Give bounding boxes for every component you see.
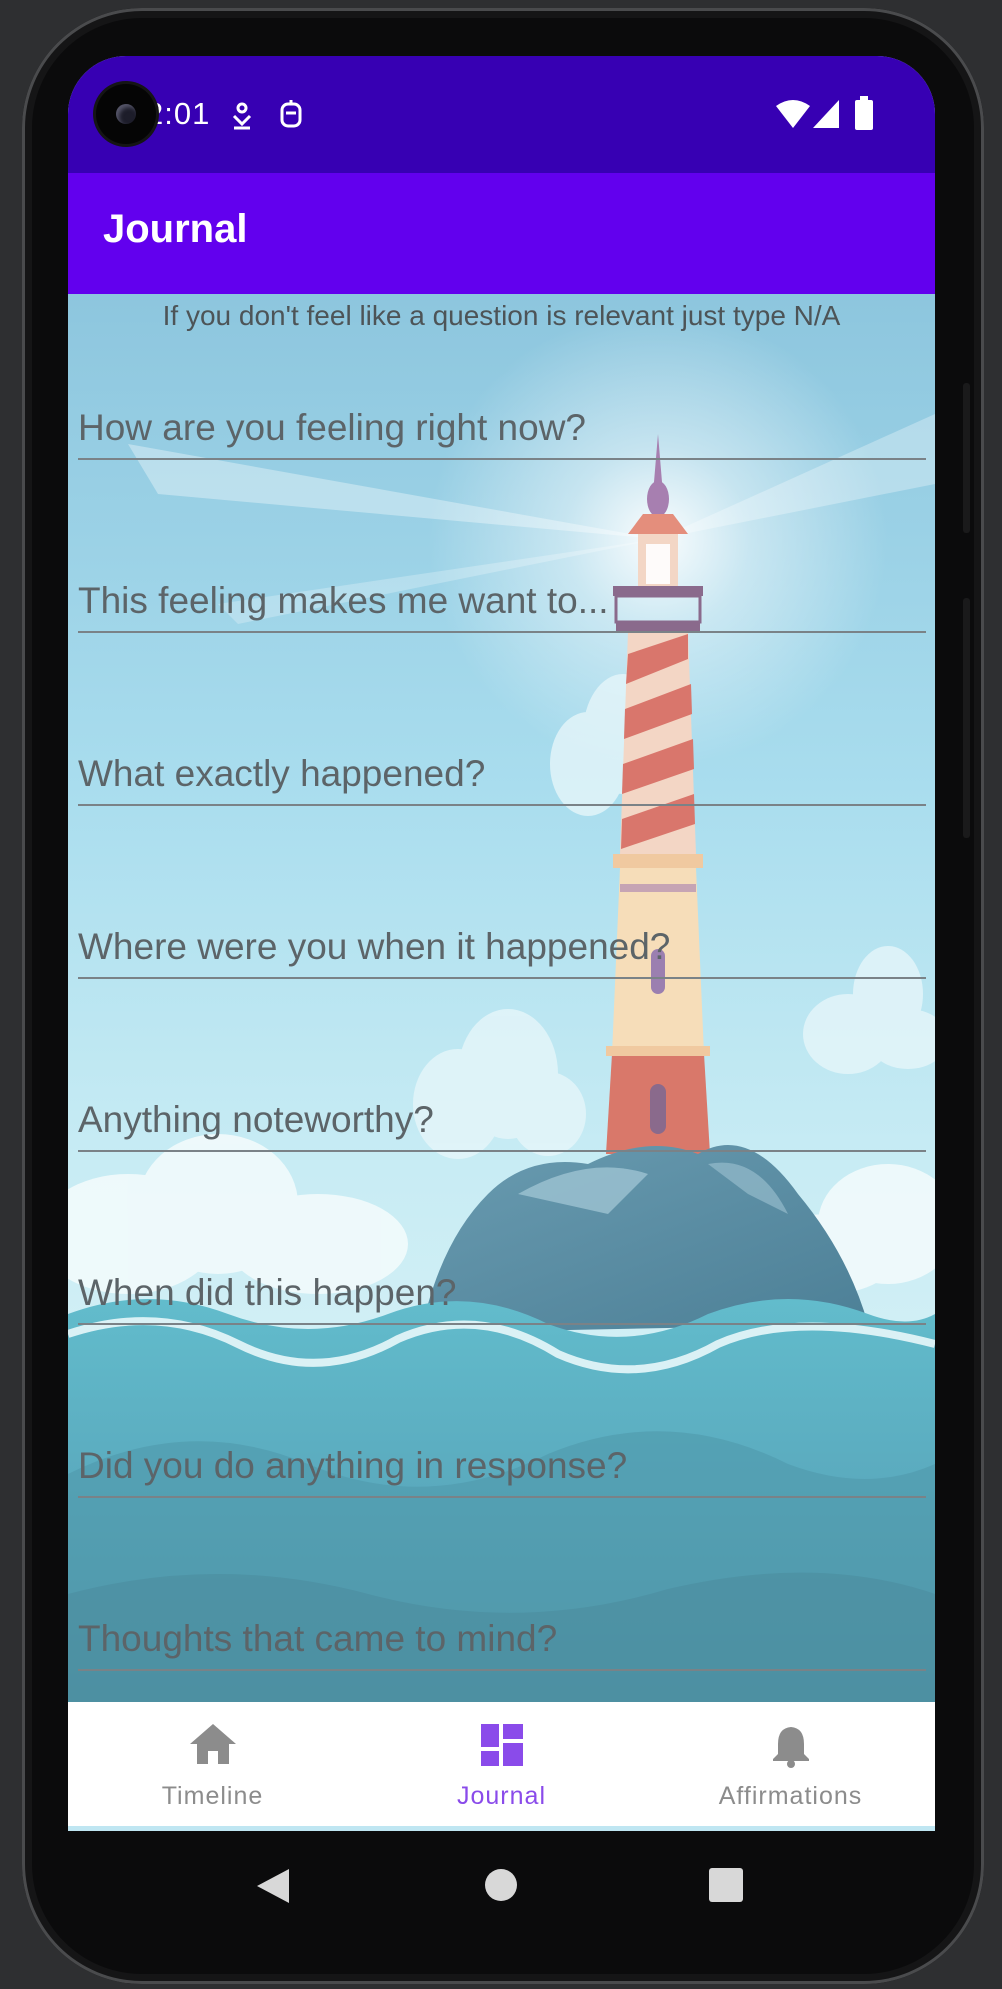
noteworthy-input[interactable] (78, 1090, 926, 1152)
when-happened-input[interactable] (78, 1263, 926, 1325)
recents-icon[interactable] (709, 1868, 743, 1902)
response-input[interactable] (78, 1436, 926, 1498)
screen: 2:01 Journal If you don't feel like a qu… (68, 56, 935, 1831)
volume-button (963, 598, 970, 838)
wifi-icon (776, 100, 810, 128)
nav-item-journal[interactable]: Journal (357, 1702, 646, 1826)
feeling-makes-me-input[interactable] (78, 571, 926, 633)
nav-label-journal: Journal (457, 1782, 546, 1810)
app-bar: Journal (68, 173, 935, 294)
front-camera (96, 84, 156, 144)
bell-icon (772, 1727, 809, 1768)
power-button (963, 383, 970, 533)
journal-form[interactable]: If you don't feel like a question is rel… (68, 294, 935, 1702)
nav-label-affirmations: Affirmations (718, 1782, 863, 1810)
what-happened-input[interactable] (78, 744, 926, 806)
bottom-navigation: Timeline Journal Affirmations (68, 1702, 935, 1826)
battery-icon (855, 96, 873, 130)
home-icon (189, 1724, 236, 1764)
response-field[interactable] (78, 1436, 926, 1498)
home-circle-icon[interactable] (484, 1868, 518, 1902)
instruction-text: If you don't feel like a question is rel… (162, 300, 841, 331)
where-were-you-field[interactable] (78, 917, 926, 979)
thoughts-input[interactable] (78, 1609, 926, 1671)
nav-item-affirmations[interactable]: Affirmations (646, 1702, 935, 1826)
notification-download-icon (232, 102, 252, 130)
system-navigation-bar (68, 1831, 935, 1936)
feeling-now-field[interactable] (78, 398, 926, 460)
what-happened-field[interactable] (78, 744, 926, 806)
thoughts-field[interactable] (78, 1609, 926, 1671)
where-were-you-input[interactable] (78, 917, 926, 979)
nav-label-timeline: Timeline (161, 1782, 264, 1810)
dashboard-icon (480, 1724, 523, 1766)
cell-signal-icon (813, 100, 839, 128)
feeling-makes-me-field[interactable] (78, 571, 926, 633)
when-happened-field[interactable] (78, 1263, 926, 1325)
feeling-now-input[interactable] (78, 398, 926, 460)
back-icon[interactable] (257, 1869, 289, 1903)
nav-item-timeline[interactable]: Timeline (68, 1702, 357, 1826)
page-title: Journal (103, 207, 248, 251)
status-bar: 2:01 (68, 56, 935, 173)
notification-robot-icon (280, 100, 302, 128)
noteworthy-field[interactable] (78, 1090, 926, 1152)
